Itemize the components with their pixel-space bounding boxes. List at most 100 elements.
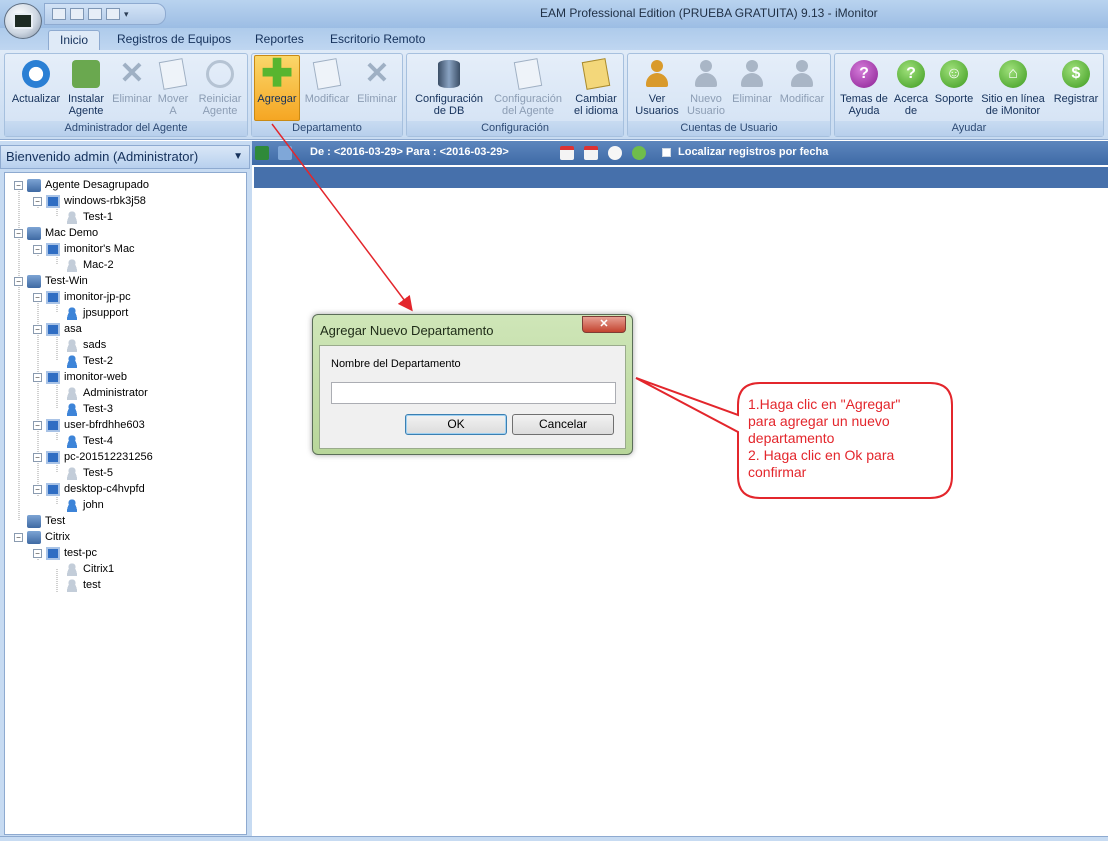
tree-node[interactable]: − Citrix [14,529,70,545]
agent-tree[interactable]: − Agente Desagrupado − windows-rbk3j58 Test-… [4,172,247,835]
tab-escritorio-remoto[interactable]: Escritorio Remoto [319,30,436,50]
modify-department-button[interactable]: Modificar [302,56,352,105]
department-name-input[interactable] [331,382,616,404]
tree-node[interactable]: − test-pc [33,545,97,561]
collapse-icon[interactable]: − [33,244,42,254]
collapse-icon[interactable]: − [33,420,42,430]
register-button[interactable]: $ Registrar [1049,56,1103,105]
collapse-icon[interactable]: − [33,548,42,558]
ok-button[interactable]: OK [405,414,507,435]
app-menu-button[interactable] [4,3,42,39]
tree-node-label: imonitor's Mac [64,243,135,255]
edit-icon [312,58,342,90]
tree-node[interactable]: Test-4 [52,433,113,449]
tree-node[interactable]: Test-3 [52,401,113,417]
collapse-icon[interactable]: − [14,228,23,238]
customize-dropdown-icon[interactable]: ▾ [124,8,132,20]
refresh-button[interactable]: Actualizar [7,56,65,105]
restart-agent-button[interactable]: Reiniciar Agente [193,56,247,117]
welcome-header[interactable]: Bienvenido admin (Administrator) ▼ [0,145,250,169]
support-button[interactable]: ☺ Soporte [931,56,977,105]
chevron-down-icon[interactable]: ▼ [233,146,243,168]
tree-node[interactable]: Test [14,513,65,529]
delete-user-label: Eliminar [732,93,772,105]
tree-node[interactable]: − pc-201512231256 [33,449,153,465]
help-topics-button[interactable]: ? Temas de Ayuda [837,56,891,117]
go-icon[interactable] [632,146,646,160]
tree-node[interactable]: Test-5 [52,465,113,481]
tree-node[interactable]: Citrix1 [52,561,114,577]
sound-icon[interactable] [88,8,102,20]
collapse-icon[interactable]: − [14,276,23,286]
tree-node[interactable]: john [52,497,104,513]
new-user-button[interactable]: Nuevo Usuario [684,56,728,117]
collapse-icon[interactable]: − [14,532,23,542]
clock-icon[interactable] [608,146,622,160]
calendar-from-icon[interactable] [560,146,574,160]
tree-node[interactable]: − imonitor-jp-pc [33,289,131,305]
tree-node[interactable]: − imonitor's Mac [33,241,135,257]
tree-node[interactable]: sads [52,337,106,353]
monitor-icon[interactable] [106,8,120,20]
collapse-icon[interactable]: − [33,324,42,334]
website-button[interactable]: ⌂ Sitio en línea de iMonitor [977,56,1049,117]
user-icon [65,386,79,400]
tab-inicio[interactable]: Inicio [48,30,101,50]
tree-node[interactable]: jpsupport [52,305,128,321]
tree-node[interactable]: − user-bfrdhhe603 [33,417,145,433]
delete-user-button[interactable]: Eliminar [728,56,776,105]
view-users-button[interactable]: Ver Usuarios [630,56,684,117]
move-to-button[interactable]: Mover A [153,56,193,117]
report-icon[interactable] [70,8,84,20]
tree-node-label: Test-3 [83,403,113,415]
agent-config-button[interactable]: Configuración del Agente [489,56,567,117]
tree-node-label: desktop-c4hvpfd [64,483,145,495]
delete-agent-button[interactable]: ✕ Eliminar [109,56,155,106]
tree-node[interactable]: test [52,577,101,593]
tree-node-label: Mac-2 [83,259,114,271]
tree-node[interactable]: − Test-Win [14,273,88,289]
group-icon [27,226,41,240]
collapse-icon[interactable]: − [33,372,42,382]
tree-node[interactable]: − Mac Demo [14,225,98,241]
calendar-to-icon[interactable] [584,146,598,160]
modify-user-button[interactable]: Modificar [776,56,828,105]
collapse-icon[interactable]: − [14,180,23,190]
excel-icon[interactable] [255,146,269,160]
close-icon: ✕ [599,318,609,330]
add-department-label: Agregar [257,93,297,105]
about-button[interactable]: ? Acerca de [891,56,931,117]
collapse-icon[interactable]: − [33,484,42,494]
computer-icon [46,450,60,464]
modify-user-label: Modificar [779,93,825,105]
export-icon[interactable] [278,146,292,160]
close-button[interactable]: ✕ [582,316,626,333]
tree-node[interactable]: Test-1 [52,209,113,225]
tree-node[interactable]: − windows-rbk3j58 [33,193,146,209]
install-agent-button[interactable]: Instalar Agente [63,56,109,117]
delete-department-button[interactable]: ✕ Eliminar [352,56,402,106]
tree-node[interactable]: − asa [33,321,82,337]
add-department-button[interactable]: ✚ Agregar [254,55,300,121]
collapse-icon[interactable]: − [33,196,42,206]
tab-registros-equipos[interactable]: Registros de Equipos [106,30,242,50]
change-language-button[interactable]: Cambiar el idioma [569,56,623,117]
tree-node[interactable]: − desktop-c4hvpfd [33,481,145,497]
group-icon [27,178,41,192]
collapse-icon[interactable]: − [33,292,42,302]
collapse-icon[interactable]: − [33,452,42,462]
tree-node-label: Test [45,515,66,527]
tree-node[interactable]: Mac-2 [52,257,114,273]
tree-node[interactable]: − imonitor-web [33,369,127,385]
db-config-button[interactable]: Configuración de DB [411,56,487,117]
chart-icon[interactable] [52,8,66,20]
tree-node[interactable]: − Agente Desagrupado [14,177,149,193]
tree-node[interactable]: Test-2 [52,353,113,369]
locate-by-date-checkbox[interactable] [662,148,671,157]
new-user-label: Nuevo Usuario [687,93,725,117]
tree-node-label: windows-rbk3j58 [64,195,146,207]
tab-reportes[interactable]: Reportes [244,30,315,50]
tree-node[interactable]: Administrator [52,385,148,401]
tree-node-label: imonitor-web [64,371,127,383]
cancel-button[interactable]: Cancelar [512,414,614,435]
